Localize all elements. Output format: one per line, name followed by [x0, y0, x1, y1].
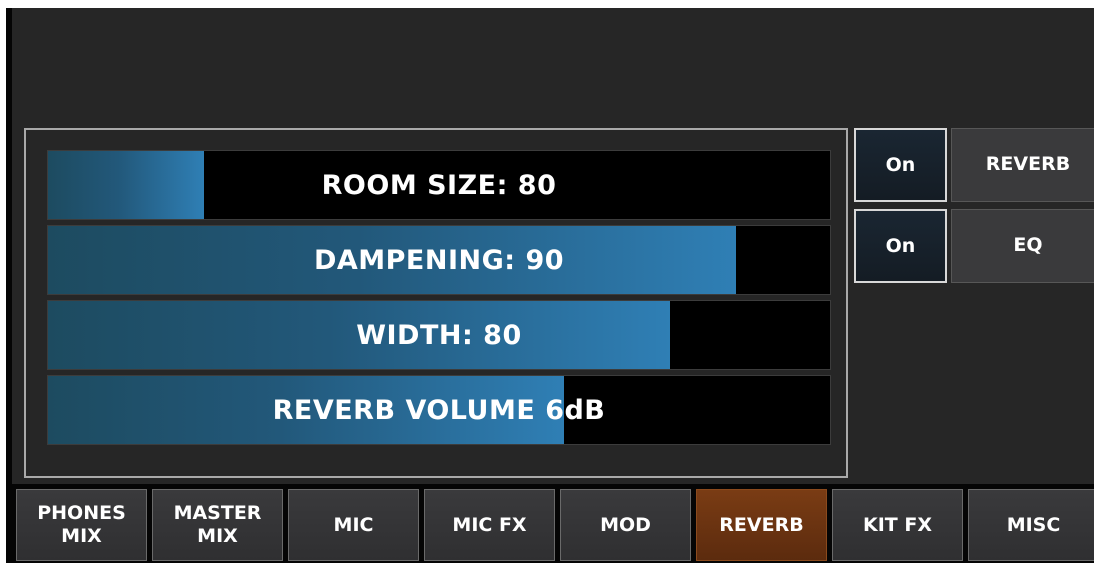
room-size-slider[interactable]: ROOM SIZE: 80 — [47, 150, 831, 220]
tab-kit-fx[interactable]: KIT FX — [832, 489, 963, 561]
reverb-settings-panel: ROOM SIZE: 80 DAMPENING: 90 WIDTH: 80 RE… — [24, 128, 848, 478]
width-label: WIDTH: 80 — [356, 319, 522, 351]
tab-master-mix[interactable]: MASTER MIX — [152, 489, 283, 561]
tab-mic[interactable]: MIC — [288, 489, 419, 561]
eq-select-button[interactable]: EQ — [951, 209, 1094, 283]
reverb-select-label: REVERB — [985, 153, 1071, 175]
width-slider[interactable]: WIDTH: 80 — [47, 300, 831, 370]
reverb-select-button[interactable]: REVERB — [951, 128, 1094, 202]
dampening-slider[interactable]: DAMPENING: 90 — [47, 225, 831, 295]
tab-reverb[interactable]: REVERB — [696, 489, 827, 561]
eq-on-toggle[interactable]: On — [854, 209, 947, 283]
reverb-on-toggle[interactable]: On — [854, 128, 947, 202]
room-size-label: ROOM SIZE: 80 — [321, 169, 557, 201]
dampening-label: DAMPENING: 90 — [313, 244, 565, 276]
tab-phones-mix[interactable]: PHONES MIX — [16, 489, 147, 561]
app-window: ROOM SIZE: 80 DAMPENING: 90 WIDTH: 80 RE… — [6, 8, 1094, 563]
tab-mod[interactable]: MOD — [560, 489, 691, 561]
main-area: ROOM SIZE: 80 DAMPENING: 90 WIDTH: 80 RE… — [12, 8, 1094, 484]
reverb-volume-slider[interactable]: REVERB VOLUME 6dB — [47, 375, 831, 445]
reverb-volume-label: REVERB VOLUME 6dB — [272, 394, 606, 426]
bottom-tab-bar: PHONES MIX MASTER MIX MIC MIC FX MOD REV… — [6, 488, 1094, 563]
tab-misc[interactable]: MISC — [968, 489, 1094, 561]
eq-select-label: EQ — [1013, 234, 1043, 256]
tab-mic-fx[interactable]: MIC FX — [424, 489, 555, 561]
